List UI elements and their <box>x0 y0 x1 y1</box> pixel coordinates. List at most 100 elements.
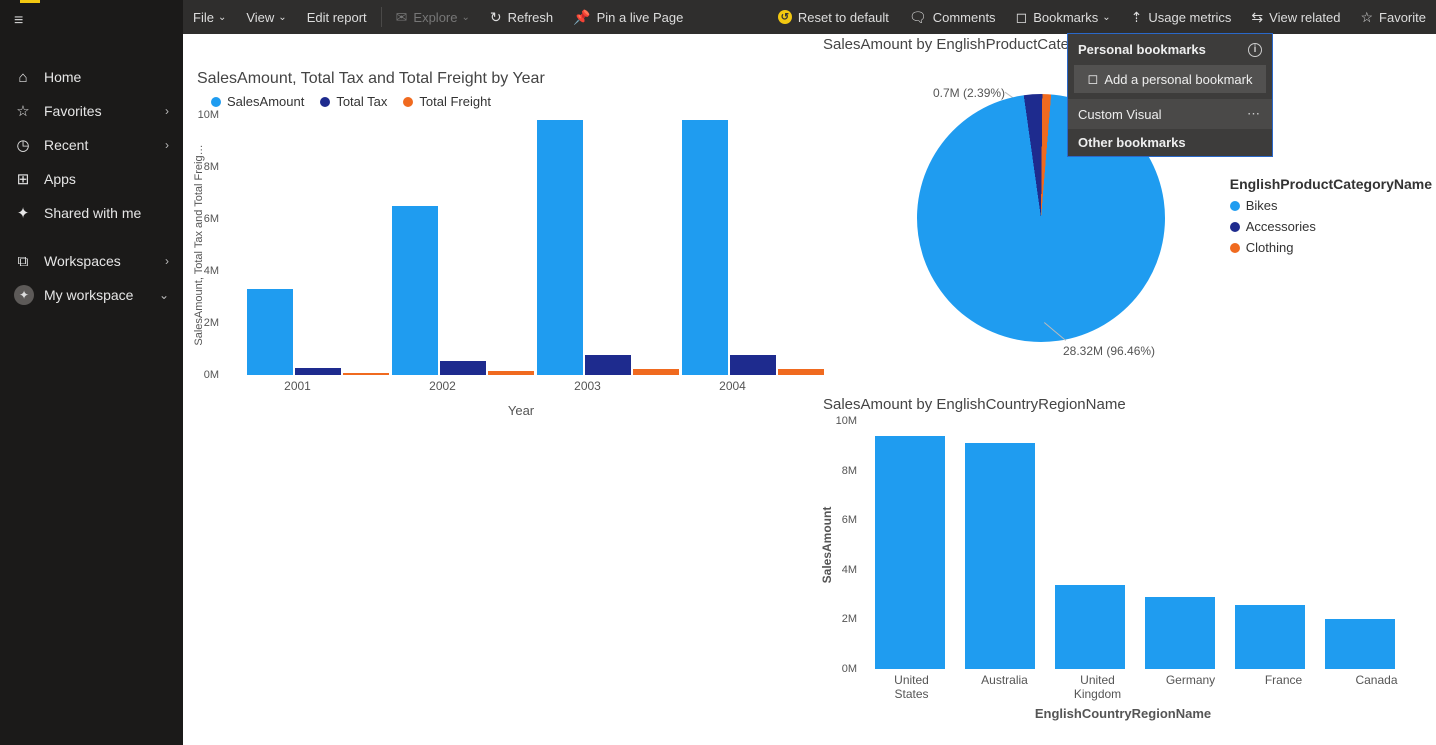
y-tick: 4M <box>204 265 219 277</box>
bookmark-item-label: Custom Visual <box>1078 107 1162 122</box>
related-icon: ⇆ <box>1251 9 1263 26</box>
nav-shared[interactable]: ✦ Shared with me <box>0 196 183 230</box>
nav-label: Workspaces <box>44 253 165 269</box>
legend-title: EnglishProductCategoryName <box>1230 176 1432 192</box>
info-icon[interactable]: i <box>1248 43 1262 57</box>
other-bookmarks-label: Other bookmarks <box>1078 135 1186 150</box>
swatch-icon <box>320 97 330 107</box>
nav-workspaces[interactable]: ⧉ Workspaces › <box>0 244 183 278</box>
sidebar: ≡ ⌂ Home ☆ Favorites › ◷ Recent › ⊞ Apps… <box>0 0 183 745</box>
x-axis-label: EnglishCountryRegionName <box>823 706 1423 721</box>
chevron-down-icon: ⌄ <box>218 12 226 23</box>
bar-group <box>515 115 660 375</box>
comments-button[interactable]: 🗨 Comments <box>899 0 1006 34</box>
x-category: UnitedStates <box>875 673 948 702</box>
chart-title: SalesAmount, Total Tax and Total Freight… <box>197 70 817 88</box>
legend-label: Total Tax <box>336 94 387 109</box>
favorite-button[interactable]: ☆ Favorite <box>1350 0 1436 34</box>
view-menu[interactable]: View⌄ <box>236 0 296 34</box>
file-label: File <box>193 10 214 25</box>
y-tick: 0M <box>842 663 857 675</box>
brand-accent <box>20 0 40 3</box>
nav-home[interactable]: ⌂ Home <box>0 60 183 94</box>
comments-icon: 🗨 <box>909 9 927 26</box>
personal-bookmarks-header: Personal bookmarks i <box>1068 34 1272 65</box>
legend-accessories: Accessories <box>1230 219 1432 234</box>
add-bookmark-button[interactable]: ◻ Add a personal bookmark <box>1074 65 1266 93</box>
legend-label: Bikes <box>1246 198 1278 213</box>
y-tick: 6M <box>842 514 857 526</box>
swatch-icon <box>403 97 413 107</box>
bookmarks-button[interactable]: ◻ Bookmarks⌄ <box>1006 0 1121 34</box>
chart-icon: ⇡ <box>1131 9 1143 26</box>
y-tick: 10M <box>836 415 857 427</box>
nav-label: My workspace <box>44 287 159 303</box>
bar-group <box>660 115 805 375</box>
explore-button: ✉ Explore⌄ <box>386 0 480 34</box>
chart-sales-by-region[interactable]: SalesAmount by EnglishCountryRegionName … <box>823 396 1423 736</box>
bar <box>1235 421 1305 669</box>
bar <box>392 206 438 375</box>
nav-label: Home <box>44 69 169 85</box>
legend-salesamount: SalesAmount <box>211 94 304 109</box>
chart-title: SalesAmount by EnglishCountryRegionName <box>823 396 1423 413</box>
file-menu[interactable]: File ⌄ <box>183 0 236 34</box>
nav-favorites[interactable]: ☆ Favorites › <box>0 94 183 128</box>
x-category: 2002 <box>370 379 515 393</box>
view-related-button[interactable]: ⇆ View related <box>1241 0 1350 34</box>
bar-group <box>370 115 515 375</box>
swatch-icon <box>211 97 221 107</box>
y-tick: 8M <box>842 465 857 477</box>
pin-icon: 📌 <box>573 9 590 26</box>
nav-label: Recent <box>44 137 165 153</box>
chart-sales-by-year[interactable]: SalesAmount, Total Tax and Total Freight… <box>197 70 817 460</box>
nav-label: Apps <box>44 171 169 187</box>
pie-legend: EnglishProductCategoryName Bikes Accesso… <box>1230 176 1432 261</box>
refresh-icon: ↻ <box>490 9 502 26</box>
chevron-down-icon: ⌄ <box>278 12 286 23</box>
nav-recent[interactable]: ◷ Recent › <box>0 128 183 162</box>
home-icon: ⌂ <box>14 68 32 86</box>
hamburger-icon[interactable]: ≡ <box>0 4 183 38</box>
chart-legend: SalesAmount Total Tax Total Freight <box>211 94 817 109</box>
reset-button[interactable]: ↺ Reset to default <box>768 0 899 34</box>
x-category: Germany <box>1154 673 1227 702</box>
y-tick: 0M <box>204 369 219 381</box>
chevron-down-icon: ⌄ <box>1102 12 1110 23</box>
bar <box>875 421 945 669</box>
bar <box>295 368 341 375</box>
nav-apps[interactable]: ⊞ Apps <box>0 162 183 196</box>
more-icon[interactable]: ⋯ <box>1247 106 1262 122</box>
swatch-icon <box>1230 201 1240 211</box>
x-category: UnitedKingdom <box>1061 673 1134 702</box>
share-icon: ✦ <box>14 204 32 222</box>
x-category: 2001 <box>225 379 370 393</box>
usage-metrics-button[interactable]: ⇡ Usage metrics <box>1121 0 1242 34</box>
legend-label: Clothing <box>1246 240 1294 255</box>
chart-plot-area: SalesAmount 0M2M4M6M8M10M <box>865 421 1405 669</box>
bookmark-custom-visual[interactable]: Custom Visual ⋯ <box>1068 99 1272 129</box>
x-category: Australia <box>968 673 1041 702</box>
y-axis-label: SalesAmount <box>820 445 834 645</box>
nav-my-workspace[interactable]: ✦ My workspace ⌄ <box>0 278 183 312</box>
apps-icon: ⊞ <box>14 170 32 188</box>
legend-label: SalesAmount <box>227 94 304 109</box>
explore-label: Explore <box>413 10 457 25</box>
chevron-right-icon: › <box>165 138 169 152</box>
edit-report-button[interactable]: Edit report <box>297 0 377 34</box>
pin-page-button[interactable]: 📌 Pin a live Page <box>563 0 693 34</box>
swatch-icon <box>1230 243 1240 253</box>
legend-clothing: Clothing <box>1230 240 1432 255</box>
refresh-button[interactable]: ↻ Refresh <box>480 0 563 34</box>
nav-list: ⌂ Home ☆ Favorites › ◷ Recent › ⊞ Apps ✦… <box>0 60 183 312</box>
chevron-down-icon: ⌄ <box>159 288 169 302</box>
bar <box>537 120 583 375</box>
legend-totalfreight: Total Freight <box>403 94 491 109</box>
legend-label: Total Freight <box>419 94 491 109</box>
usage-label: Usage metrics <box>1148 10 1231 25</box>
pie-slice-label-big: 28.32M (96.46%) <box>1063 344 1155 358</box>
avatar-icon: ✦ <box>14 285 34 305</box>
bar <box>778 369 824 375</box>
favorite-label: Favorite <box>1379 10 1426 25</box>
reset-icon: ↺ <box>778 10 792 24</box>
